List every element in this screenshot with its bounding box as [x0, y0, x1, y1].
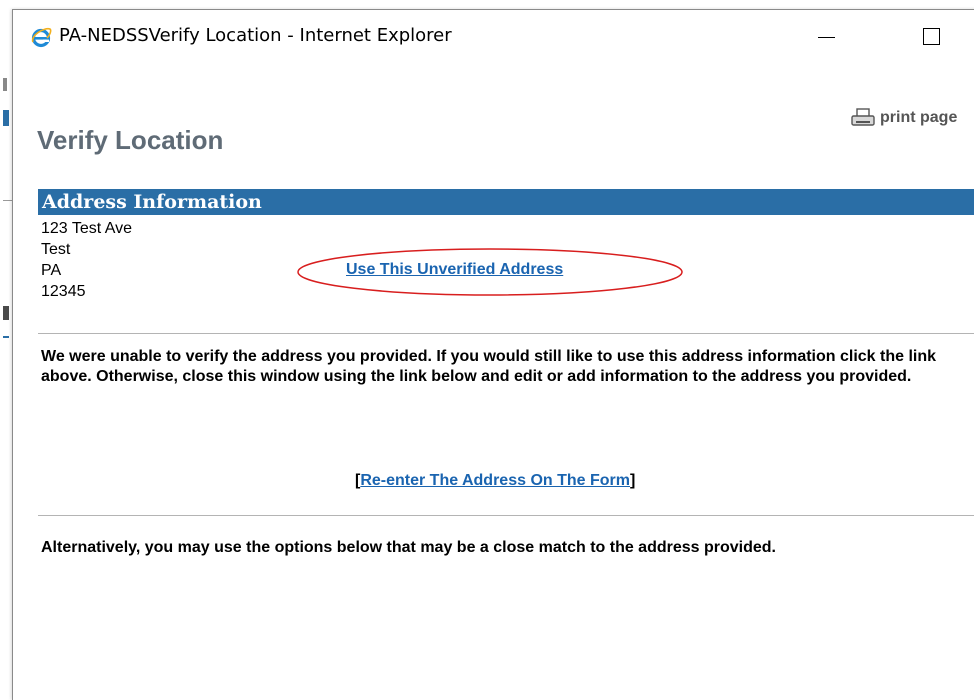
address-state: PA	[41, 262, 62, 279]
maximize-button[interactable]	[913, 20, 949, 54]
bracket-close: ]	[630, 472, 636, 489]
printer-icon	[851, 108, 875, 126]
print-page-label: print page	[880, 109, 958, 126]
background-page-edge	[0, 0, 12, 685]
alternatives-message: Alternatively, you may use the options b…	[41, 539, 776, 556]
window-title: PA-NEDSSVerify Location - Internet Explo…	[59, 25, 452, 46]
background-accent-line	[3, 336, 9, 338]
background-divider	[3, 200, 12, 201]
window-titlebar[interactable]: PA-NEDSSVerify Location - Internet Explo…	[13, 10, 974, 62]
address-information-header: Address Information	[38, 189, 974, 215]
internet-explorer-icon	[31, 27, 52, 48]
print-page-link[interactable]: print page	[851, 108, 957, 128]
minimize-button[interactable]	[809, 20, 845, 54]
unable-to-verify-message: We were unable to verify the address you…	[41, 348, 937, 385]
address-city: Test	[41, 241, 71, 258]
page-title: Verify Location	[37, 125, 224, 155]
address-zip: 12345	[41, 283, 86, 300]
highlight-annotation-ellipse	[297, 248, 683, 296]
reenter-address-link[interactable]: Re-enter The Address On The Form	[360, 472, 630, 489]
verify-location-popup: PA-NEDSSVerify Location - Internet Explo…	[12, 9, 974, 700]
background-text-fragment	[3, 78, 7, 91]
background-text-fragment	[3, 306, 9, 320]
address-street: 123 Test Ave	[41, 220, 133, 237]
background-link-fragment	[3, 110, 9, 126]
popup-content: print page Verify Location Address Infor…	[13, 62, 974, 700]
section-divider	[38, 333, 974, 334]
address-block: 123 Test Ave Test PA 12345	[41, 218, 132, 302]
section-divider	[38, 515, 974, 516]
reenter-address-container: [Re-enter The Address On The Form]	[355, 472, 635, 490]
